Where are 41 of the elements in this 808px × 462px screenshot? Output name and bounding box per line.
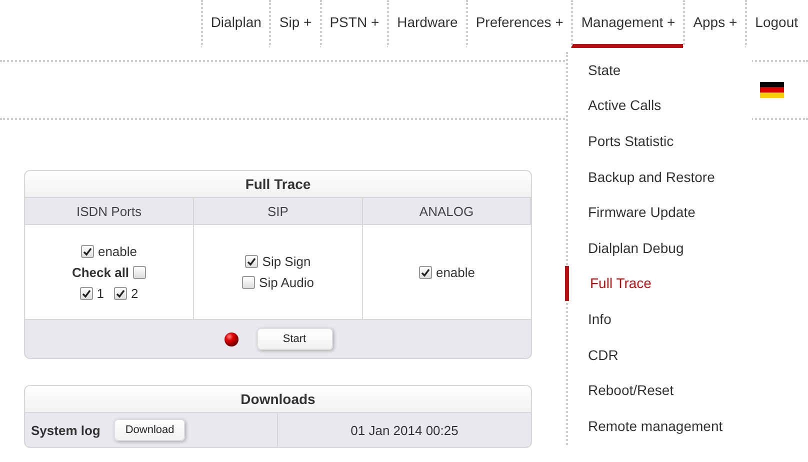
nav-item[interactable]: PSTN +: [320, 0, 388, 48]
checkbox-label: Check all: [72, 264, 130, 280]
nav-item[interactable]: Management +: [571, 0, 684, 48]
panel-title: Full Trace: [25, 171, 531, 198]
checkbox[interactable]: [114, 286, 127, 300]
checkbox-label: Sip Audio: [259, 275, 314, 290]
checkbox[interactable]: [245, 255, 258, 268]
checkbox-label: 2: [131, 286, 138, 300]
menu-item[interactable]: Dialplan Debug: [565, 230, 752, 266]
start-button[interactable]: Start: [256, 328, 332, 350]
menu-item[interactable]: Info: [565, 301, 752, 337]
checkbox[interactable]: [418, 266, 432, 278]
nav-item[interactable]: Apps +: [683, 0, 746, 48]
german-flag-icon[interactable]: [760, 82, 784, 98]
nav-item[interactable]: Preferences +: [466, 0, 572, 48]
checkbox-label: 1: [96, 286, 104, 300]
menu-item[interactable]: Backup and Restore: [565, 158, 752, 194]
menu-item[interactable]: Reboot/Reset: [565, 372, 752, 408]
panel-title: Downloads: [25, 386, 531, 413]
menu-item[interactable]: Firmware Update: [565, 194, 752, 230]
nav-item[interactable]: Sip +: [269, 0, 320, 48]
nav-item[interactable]: Dialplan: [200, 0, 270, 48]
checkbox[interactable]: [80, 286, 93, 300]
checkbox-label: Sip Sign: [262, 254, 311, 269]
menu-item[interactable]: Ports Statistic: [565, 123, 752, 159]
log-name: System log: [31, 422, 100, 438]
status-led-icon: [224, 332, 238, 346]
download-button[interactable]: Download: [114, 419, 186, 441]
menu-item[interactable]: CDR: [565, 336, 752, 372]
nav-item[interactable]: Logout: [745, 0, 806, 48]
log-date: 01 Jan 2014 00:25: [350, 422, 460, 440]
menu-item[interactable]: Active Calls: [565, 88, 752, 124]
checkbox[interactable]: [133, 266, 146, 278]
nav-item[interactable]: Hardware: [387, 0, 466, 48]
checkbox-label: enable: [436, 264, 476, 280]
checkbox-label: enable: [98, 244, 138, 258]
checkbox[interactable]: [80, 244, 94, 258]
menu-item[interactable]: Full Trace: [565, 266, 752, 302]
menu-item[interactable]: State: [565, 52, 752, 88]
menu-item[interactable]: Remote management: [565, 408, 752, 444]
checkbox[interactable]: [242, 276, 256, 289]
